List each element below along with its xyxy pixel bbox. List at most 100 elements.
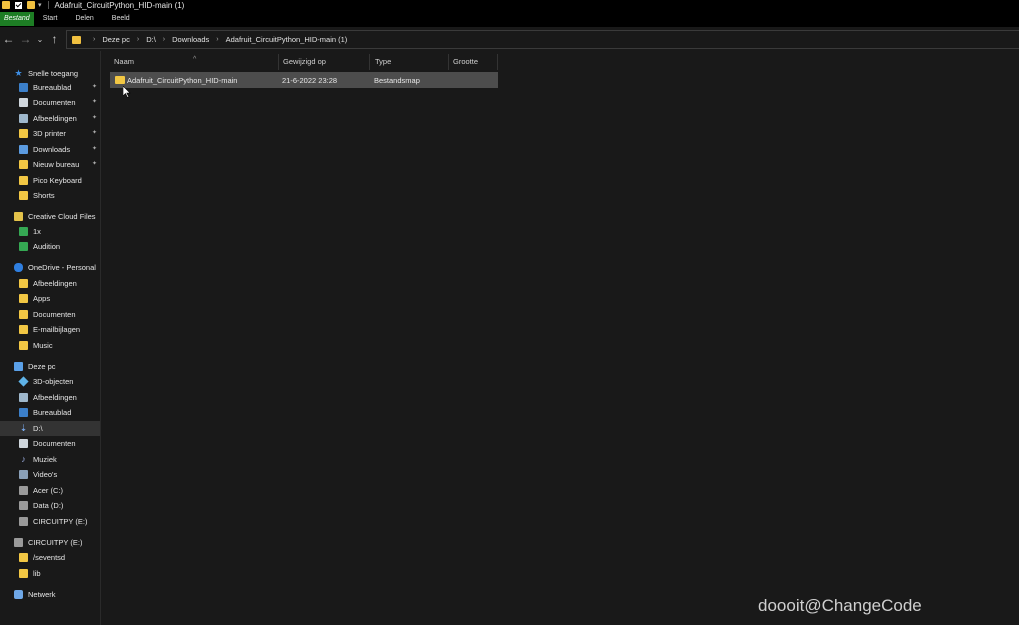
video-icon — [19, 470, 28, 479]
pictures-icon — [19, 393, 28, 402]
up-arrow-icon[interactable]: ↑ — [46, 32, 63, 46]
sidebar-item-label: Music — [33, 341, 53, 350]
sidebar-item-seventsd[interactable]: /seventsd — [0, 550, 100, 565]
recent-locations-chevron-icon[interactable]: ⌄ — [34, 35, 46, 44]
sidebar-item-onedrive-documenten[interactable]: Documenten — [0, 307, 100, 322]
folder-icon — [19, 341, 28, 350]
tab-beeld[interactable]: Beeld — [103, 12, 139, 26]
sidebar-item-music[interactable]: Music — [0, 338, 100, 353]
column-header-modified[interactable]: Gewijzigd op — [279, 54, 370, 70]
sidebar-item-deze-pc[interactable]: Deze pc — [0, 359, 100, 374]
sidebar-item-label: E-mailbijlagen — [33, 325, 81, 334]
sidebar-item-label: Audition — [33, 242, 61, 251]
column-header-size[interactable]: Grootte — [449, 54, 498, 70]
column-header-name[interactable]: ^ Naam — [105, 54, 279, 70]
sidebar-item-creative-cloud[interactable]: Creative Cloud Files — [0, 209, 100, 224]
creative-cloud-icon — [14, 212, 23, 221]
sidebar-item-acer-c[interactable]: Acer (C:) — [0, 483, 100, 498]
sidebar-item-nieuw-bureau[interactable]: Nieuw bureau ✦ — [0, 157, 100, 172]
sidebar-item-videos[interactable]: Video's — [0, 467, 100, 482]
folder-icon — [19, 191, 28, 200]
sidebar-item-label: Documenten — [33, 310, 76, 319]
sidebar-item-label: Pico Keyboard — [33, 176, 82, 185]
back-arrow-icon[interactable]: ← — [0, 32, 17, 46]
tab-start[interactable]: Start — [34, 12, 67, 26]
sidebar-item-data-d[interactable]: Data (D:) — [0, 498, 100, 513]
sidebar-item-downloads[interactable]: Downloads ✦ — [0, 142, 100, 157]
download-icon — [19, 145, 28, 154]
sidebar-item-label: Video's — [33, 470, 58, 479]
sidebar-item-label: OneDrive - Personal — [28, 263, 96, 272]
sidebar-item-onedrive[interactable]: OneDrive - Personal — [0, 260, 100, 275]
new-folder-icon[interactable] — [27, 1, 35, 9]
chevron-right-icon[interactable]: › — [93, 36, 95, 43]
sidebar-item-label: Afbeeldingen — [33, 279, 77, 288]
sidebar-item-label: Deze pc — [28, 362, 56, 371]
pin-icon: ✦ — [92, 84, 98, 90]
sidebar-item-label: /seventsd — [33, 553, 66, 562]
properties-check-icon[interactable] — [15, 1, 22, 9]
sidebar-item-label: 3D printer — [33, 129, 66, 138]
sidebar-item-label: Acer (C:) — [33, 486, 63, 495]
breadcrumb-downloads[interactable]: Downloads — [172, 35, 209, 44]
pin-icon: ✦ — [92, 99, 98, 105]
chevron-right-icon[interactable]: › — [163, 36, 165, 43]
drive-icon — [19, 517, 28, 526]
folder-icon — [19, 242, 28, 251]
sidebar-item-label: Afbeeldingen — [33, 114, 77, 123]
chevron-right-icon[interactable]: › — [216, 36, 218, 43]
sidebar-item-label: Muziek — [33, 455, 57, 464]
network-icon — [14, 590, 23, 599]
sidebar-item-e-mailbijlagen[interactable]: E-mailbijlagen — [0, 322, 100, 337]
table-row[interactable]: Adafruit_CircuitPython_HID-main 21-6-202… — [110, 72, 498, 88]
sidebar-item-label: Documenten — [33, 98, 76, 107]
sidebar-item-bureaublad[interactable]: Bureaublad ✦ — [0, 80, 100, 95]
sidebar-item-3d-printer[interactable]: 3D printer ✦ — [0, 126, 100, 141]
title-separator — [47, 1, 49, 9]
navigation-bar: ← → ⌄ ↑ › Deze pc › D:\ › Downloads › Ad… — [0, 27, 1019, 51]
folder-icon — [19, 553, 28, 562]
forward-arrow-icon[interactable]: → — [17, 32, 34, 46]
breadcrumb-d-drive[interactable]: D:\ — [146, 35, 156, 44]
tab-delen[interactable]: Delen — [66, 12, 102, 26]
sidebar-item-onedrive-afbeeldingen[interactable]: Afbeeldingen — [0, 276, 100, 291]
folder-icon[interactable] — [2, 1, 10, 9]
pin-icon: ✦ — [92, 161, 98, 167]
customize-quick-access-chevron-icon[interactable]: ▾ — [38, 1, 42, 9]
sidebar-item-quick-access[interactable]: ★ Snelle toegang — [0, 66, 100, 81]
sidebar-item-apps[interactable]: Apps — [0, 291, 100, 306]
sidebar-item-1x[interactable]: 1x — [0, 224, 100, 239]
cloud-icon — [14, 263, 23, 272]
breadcrumb-current-folder[interactable]: Adafruit_CircuitPython_HID-main (1) — [226, 35, 348, 44]
sidebar-item-pc-afbeeldingen[interactable]: Afbeeldingen — [0, 390, 100, 405]
sidebar-item-lib[interactable]: lib — [0, 566, 100, 581]
sidebar-item-3d-objecten[interactable]: 3D-objecten — [0, 374, 100, 389]
tab-bestand[interactable]: Bestand — [0, 11, 34, 26]
ribbon-tabs: Bestand Start Delen Beeld — [0, 10, 1019, 27]
chevron-right-icon[interactable]: › — [137, 36, 139, 43]
documents-icon — [19, 98, 28, 107]
documents-icon — [19, 439, 28, 448]
sidebar-item-circuitpy-e[interactable]: CIRCUITPY (E:) — [0, 514, 100, 529]
sidebar-item-circuitpy-root[interactable]: CIRCUITPY (E:) — [0, 535, 100, 550]
sidebar-item-label: Apps — [33, 294, 51, 303]
column-header-type[interactable]: Type — [370, 54, 449, 70]
navigation-pane: ★ Snelle toegang Bureaublad ✦ Documenten… — [0, 51, 101, 625]
sidebar-item-pc-bureaublad[interactable]: Bureaublad — [0, 405, 100, 420]
sidebar-item-netwerk[interactable]: Netwerk — [0, 587, 100, 602]
folder-icon — [19, 129, 28, 138]
sidebar-item-label: Snelle toegang — [28, 69, 79, 78]
sidebar-item-pico-keyboard[interactable]: Pico Keyboard — [0, 173, 100, 188]
sidebar-item-documenten[interactable]: Documenten ✦ — [0, 95, 100, 110]
folder-icon — [115, 76, 125, 84]
file-modified: 21-6-2022 23:28 — [282, 76, 338, 85]
3d-objects-icon — [18, 376, 29, 387]
address-bar[interactable]: › Deze pc › D:\ › Downloads › Adafruit_C… — [66, 30, 1019, 49]
sidebar-item-shorts[interactable]: Shorts — [0, 188, 100, 203]
sidebar-item-pc-documenten[interactable]: Documenten — [0, 436, 100, 451]
sidebar-item-d-drive[interactable]: ⇣ D:\ — [0, 421, 100, 436]
sidebar-item-audition[interactable]: Audition — [0, 239, 100, 254]
breadcrumb-deze-pc[interactable]: Deze pc — [102, 35, 130, 44]
sidebar-item-afbeeldingen[interactable]: Afbeeldingen ✦ — [0, 111, 100, 126]
sidebar-item-muziek[interactable]: ♪ Muziek — [0, 452, 100, 467]
